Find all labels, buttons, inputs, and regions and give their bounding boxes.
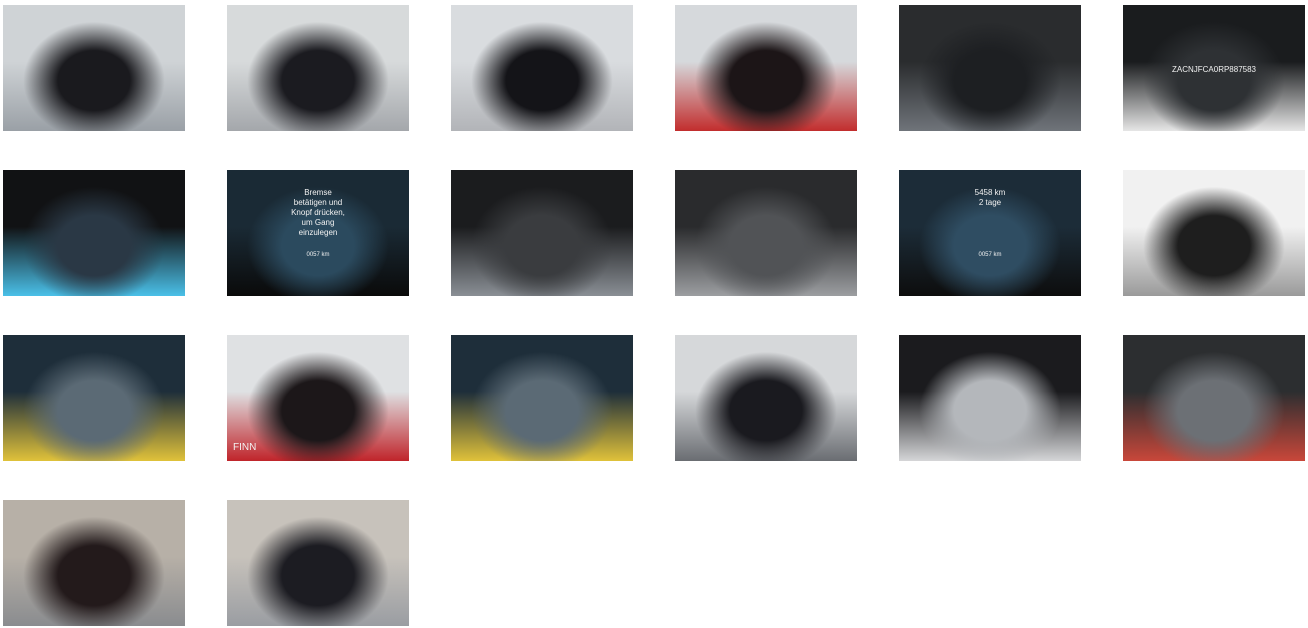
photo-image: [1123, 170, 1305, 296]
photo-image: [899, 335, 1081, 461]
photo-thumbnail[interactable]: [451, 5, 633, 131]
photo-thumbnail[interactable]: [451, 335, 633, 461]
photo-thumbnail[interactable]: [451, 170, 633, 296]
photo-caption-text: 5458 km 2 tage: [974, 188, 1006, 207]
photo-thumbnail[interactable]: [1123, 335, 1305, 461]
photo-thumbnail[interactable]: 5458 km 2 tage 0057 km: [899, 170, 1081, 296]
photo-image: [451, 170, 633, 296]
photo-thumbnail[interactable]: [675, 170, 857, 296]
photo-image: [3, 5, 185, 131]
photo-thumbnail[interactable]: [899, 335, 1081, 461]
photo-image: [3, 500, 185, 626]
photo-thumbnail[interactable]: [3, 5, 185, 131]
photo-caption-text: Bremse betätigen und Knopf drücken, um G…: [291, 188, 345, 237]
photo-thumbnail[interactable]: [227, 500, 409, 626]
photo-thumbnail[interactable]: [1123, 170, 1305, 296]
photo-image: [3, 170, 185, 296]
photo-thumbnail[interactable]: [3, 500, 185, 626]
photo-gallery: ZACNJFCA0RP887583 Bremse betätigen und Kn…: [0, 0, 1308, 628]
photo-thumbnail[interactable]: FINN: [227, 335, 409, 461]
photo-footer-text: 0057 km: [978, 252, 1002, 258]
photo-image: [899, 5, 1081, 131]
photo-thumbnail[interactable]: ZACNJFCA0RP887583: [1123, 5, 1305, 131]
photo-image: [227, 500, 409, 626]
photo-thumbnail[interactable]: [675, 5, 857, 131]
photo-image: [675, 335, 857, 461]
photo-image: [3, 335, 185, 461]
photo-image: [227, 5, 409, 131]
photo-thumbnail[interactable]: [899, 5, 1081, 131]
photo-caption-text: FINN: [233, 442, 257, 453]
photo-image: [675, 170, 857, 296]
photo-image: [451, 335, 633, 461]
photo-image: [451, 5, 633, 131]
photo-image: [675, 5, 857, 131]
photo-thumbnail[interactable]: Bremse betätigen und Knopf drücken, um G…: [227, 170, 409, 296]
photo-image: [1123, 335, 1305, 461]
photo-caption-text: ZACNJFCA0RP887583: [1171, 65, 1257, 74]
photo-thumbnail[interactable]: [3, 335, 185, 461]
photo-thumbnail[interactable]: [3, 170, 185, 296]
photo-thumbnail[interactable]: [675, 335, 857, 461]
photo-footer-text: 0057 km: [306, 252, 330, 258]
photo-thumbnail[interactable]: [227, 5, 409, 131]
